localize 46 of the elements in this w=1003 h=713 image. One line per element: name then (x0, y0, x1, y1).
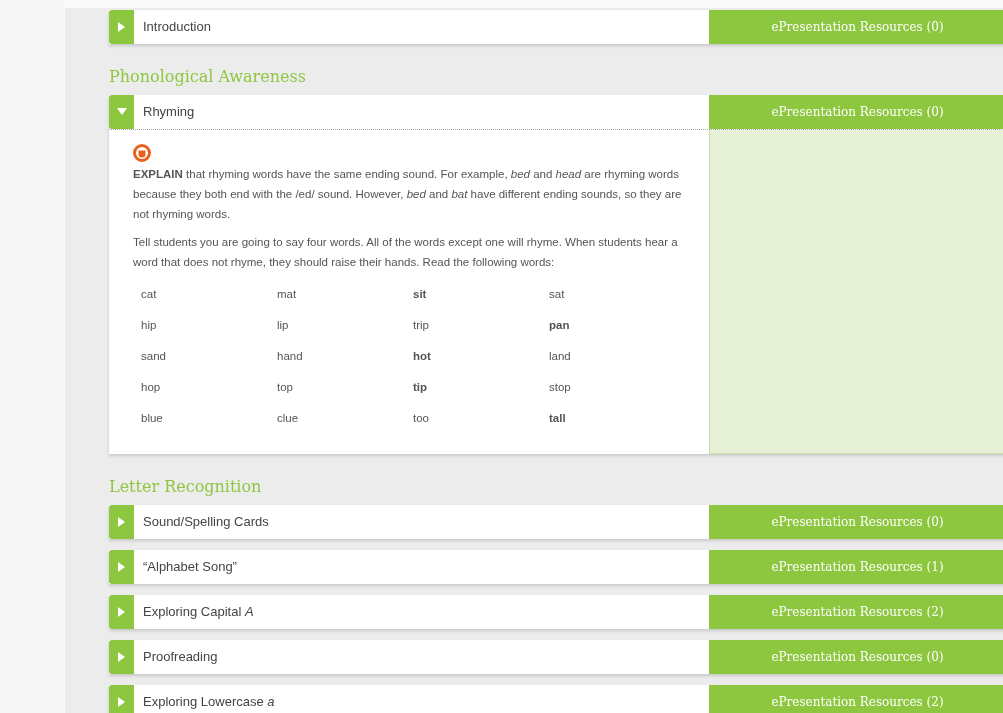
section-heading: Letter Recognition (109, 477, 263, 497)
expand-toggle[interactable] (109, 550, 134, 584)
expand-toggle[interactable] (109, 95, 134, 129)
word: stop (549, 380, 572, 395)
word: tip (413, 380, 429, 395)
word: clue (277, 411, 300, 426)
caret-right-icon (117, 22, 126, 32)
caret-down-icon (116, 108, 127, 116)
caret-right-icon (117, 607, 126, 617)
lesson-title[interactable]: Exploring Lowercase a (134, 685, 709, 713)
lesson-title[interactable]: Sound/Spelling Cards (134, 505, 709, 539)
word: blue (141, 411, 164, 426)
word: sit (413, 287, 428, 302)
instruction-paragraph: Tell students you are going to say four words. All of the words except one will rhyme. When students hear a word that does not rhyme, they should raise their hands. Read the following words: (133, 235, 679, 270)
word: cat (141, 287, 158, 302)
lesson-title[interactable]: “Alphabet Song” (134, 550, 709, 584)
word: hop (141, 380, 162, 395)
lesson-title[interactable]: Introduction (134, 10, 709, 44)
word: hot (413, 349, 432, 364)
word: trip (413, 318, 430, 333)
expand-toggle[interactable] (109, 640, 134, 674)
word: hand (277, 349, 304, 364)
apple-icon (133, 144, 151, 162)
section-heading: Phonological Awareness (109, 67, 307, 87)
lesson-title[interactable]: Proofreading (134, 640, 709, 674)
lesson-title[interactable]: Exploring Capital A (134, 595, 709, 629)
word: land (549, 349, 572, 364)
lesson-title[interactable]: Rhyming (134, 95, 709, 129)
caret-right-icon (117, 697, 126, 707)
word: top (277, 380, 294, 395)
word: too (413, 411, 430, 426)
expand-toggle[interactable] (109, 595, 134, 629)
word: tall (549, 411, 567, 426)
word: sat (549, 287, 566, 302)
word: mat (277, 287, 298, 302)
instruction-paragraph: EXPLAIN that rhyming words have the same ending sound. For example, bed and head are rhyming words because they both end with the /ed/ sound. However, bed and bat have different ending sounds, so they are not rhyming words. (133, 167, 683, 222)
word: pan (549, 318, 571, 333)
expand-toggle[interactable] (109, 10, 134, 44)
word: lip (277, 318, 290, 333)
expand-toggle[interactable] (109, 505, 134, 539)
word: sand (141, 349, 167, 364)
caret-right-icon (117, 517, 126, 527)
expand-toggle[interactable] (109, 685, 134, 713)
caret-right-icon (117, 562, 126, 572)
word: hip (141, 318, 158, 333)
caret-right-icon (117, 652, 126, 662)
